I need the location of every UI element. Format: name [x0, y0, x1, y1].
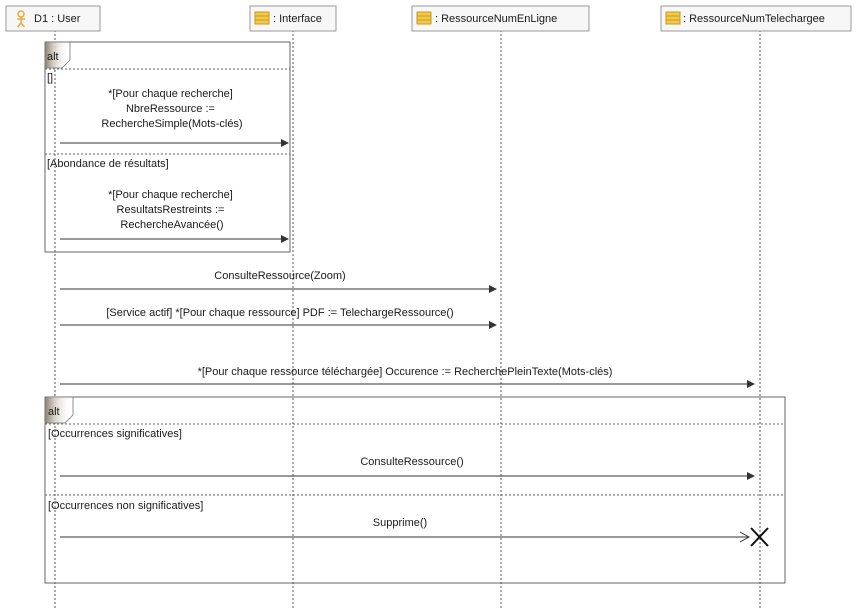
message-label: Supprime() — [373, 517, 427, 529]
message-arrow[interactable] — [60, 139, 289, 147]
fragment-operator: alt — [47, 51, 59, 63]
sequence-diagram: D1 : User : Interface : RessourceNumEnLi… — [5, 5, 852, 610]
message-label: ConsulteRessource(Zoom) — [214, 270, 345, 282]
message-label-line: ResultatsRestreints := — [117, 204, 225, 216]
message-label-line: *[Pour chaque recherche] — [108, 88, 233, 100]
lifeline-label-telechargee: : RessourceNumTelechargee — [683, 13, 825, 25]
class-icon — [254, 11, 270, 25]
message-label-line: NbreRessource := — [126, 103, 215, 115]
message-arrow[interactable] — [60, 235, 289, 243]
message-arrow[interactable] — [60, 472, 755, 480]
class-icon — [665, 11, 681, 25]
message-consulte-zoom[interactable]: ConsulteRessource(Zoom) — [60, 270, 497, 293]
message-label: *[Pour chaque recherche] NbreRessource :… — [101, 88, 242, 130]
message-recherche-plein-texte[interactable]: *[Pour chaque ressource téléchargée] Occ… — [60, 366, 755, 388]
lifeline-header-enligne[interactable]: : RessourceNumEnLigne — [411, 5, 590, 32]
alt-fragment-1[interactable]: alt [] *[Pour chaque recherche] NbreRess… — [44, 41, 291, 253]
lifeline-header-user[interactable]: D1 : User — [5, 5, 101, 32]
alt-fragment-2[interactable]: alt [Occurrences significatives] Consult… — [44, 396, 786, 584]
lifeline-header-interface[interactable]: : Interface — [249, 5, 337, 32]
message-telecharge-ressource[interactable]: [Service actif] *[Pour chaque ressource]… — [60, 307, 497, 329]
message-arrow[interactable] — [60, 531, 751, 543]
lifeline-label-interface: : Interface — [273, 13, 322, 25]
message-label-line: *[Pour chaque recherche] — [108, 189, 233, 201]
message-label-line: RechercheAvancée() — [120, 219, 223, 231]
message-label: *[Pour chaque recherche] ResultatsRestre… — [108, 189, 236, 231]
lifeline-label-user: D1 : User — [34, 13, 81, 25]
lifeline-header-telechargee[interactable]: : RessourceNumTelechargee — [660, 5, 852, 32]
operand-guard: [Occurrences non significatives] — [48, 500, 203, 512]
message-label: *[Pour chaque ressource téléchargée] Occ… — [198, 366, 613, 378]
message-label: [Service actif] *[Pour chaque ressource]… — [106, 307, 453, 319]
class-icon — [416, 11, 432, 25]
operand-guard: [Abondance de résultats] — [47, 158, 169, 170]
lifeline-label-enligne: : RessourceNumEnLigne — [435, 13, 557, 25]
operand-guard: [Occurrences significatives] — [48, 428, 182, 440]
operand-guard: [] — [47, 72, 53, 84]
message-label: ConsulteRessource() — [360, 456, 463, 468]
message-label-line: RechercheSimple(Mots-clés) — [101, 118, 242, 130]
fragment-operator: alt — [48, 406, 60, 418]
